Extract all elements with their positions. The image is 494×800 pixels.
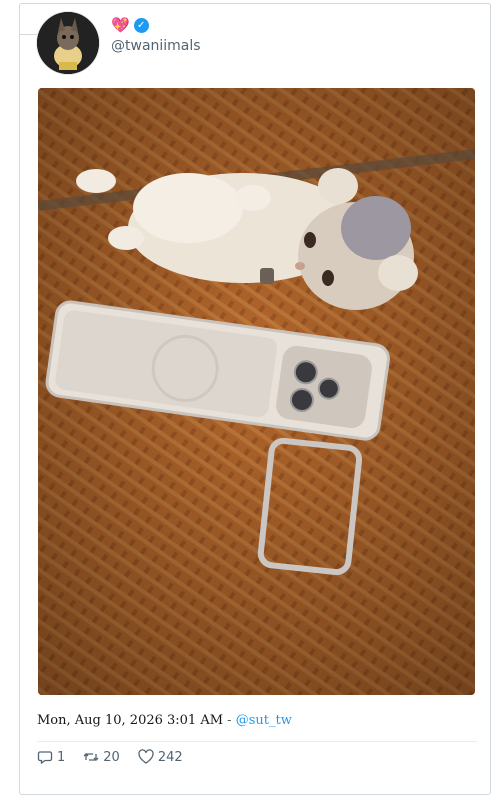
tweet-meta: Mon, Aug 10, 2026 3:01 AM - @sut_tw <box>37 713 292 728</box>
verified-badge-icon: ✓ <box>133 18 149 33</box>
source-link[interactable]: @sut_tw <box>236 713 292 728</box>
reply-count: 1 <box>57 749 66 765</box>
reply-icon <box>37 751 53 765</box>
like-button[interactable]: 242 <box>138 749 183 765</box>
retweet-button[interactable]: 20 <box>83 749 120 765</box>
reply-button[interactable]: 1 <box>37 749 65 765</box>
retweet-count: 20 <box>103 749 120 765</box>
avatar[interactable] <box>37 12 99 74</box>
heart-emoji-icon: 💖 <box>111 16 130 34</box>
retweet-icon <box>83 753 99 761</box>
avatar-image <box>37 12 99 74</box>
heart-icon <box>138 749 154 764</box>
thread-line <box>19 34 37 35</box>
tweet-photo[interactable] <box>38 88 475 695</box>
tweet-actions: 1 20 242 <box>37 749 183 765</box>
divider <box>37 741 477 742</box>
like-count: 242 <box>157 749 183 765</box>
kitten-photo-image <box>38 88 475 695</box>
tweet-timestamp[interactable]: Mon, Aug 10, 2026 3:01 AM <box>37 713 223 728</box>
user-handle[interactable]: @twaniimals <box>111 38 201 54</box>
profile-badges: 💖 ✓ <box>111 17 149 34</box>
meta-separator: - <box>223 713 236 728</box>
